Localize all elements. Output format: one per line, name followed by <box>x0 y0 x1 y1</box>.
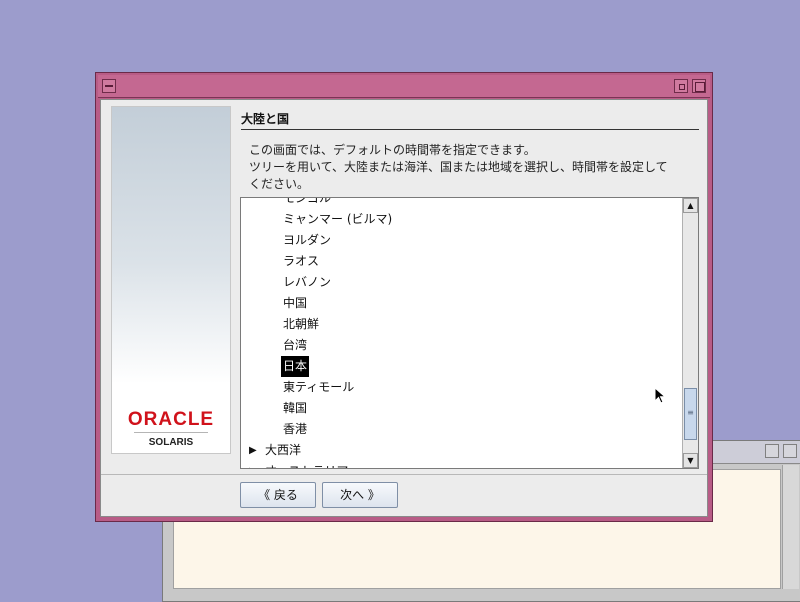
back-button[interactable]: 《 戻る <box>240 482 316 508</box>
section-title: 大陸と国 <box>241 110 699 130</box>
description-text: この画面では、デフォルトの時間帯を指定できます。 ツリーを用いて、大陸または海洋… <box>249 142 699 193</box>
scroll-down-arrow-icon[interactable]: ▼ <box>683 453 698 468</box>
tree-node-label: オーストラリア <box>265 461 348 468</box>
tree-node-region[interactable]: ▶ オーストラリア <box>241 461 682 468</box>
tree-node-country[interactable]: 日本 <box>241 356 682 377</box>
tree-node-country[interactable]: モンゴル <box>241 197 682 209</box>
branding-panel: ORACLE SOLARIS <box>111 106 231 454</box>
window-menu-button[interactable] <box>102 79 116 93</box>
maximize-button[interactable] <box>692 79 706 93</box>
tree-node-label: 香港 <box>283 422 308 436</box>
installer-dialog: ORACLE SOLARIS 大陸と国 この画面では、デフォルトの時間帯を指定で… <box>95 72 713 522</box>
tree-node-label: 東ティモール <box>283 380 355 394</box>
tree-node-label: 大西洋 <box>265 443 302 457</box>
minimize-button[interactable] <box>674 79 688 93</box>
tree-node-country[interactable]: ミャンマー (ビルマ) <box>241 209 682 230</box>
logo-divider <box>134 432 208 433</box>
tree-node-country[interactable]: 台湾 <box>241 335 682 356</box>
minimize-button[interactable] <box>765 444 779 458</box>
tree-scrollbar[interactable]: ▲ ≡ ▼ <box>682 198 698 468</box>
tree-node-region[interactable]: ▶ 大西洋 <box>241 440 682 461</box>
tree-node-label: 北朝鮮 <box>283 317 320 331</box>
tree-node-label: 中国 <box>283 296 308 310</box>
dialog-titlebar[interactable] <box>98 75 710 98</box>
tree-node-country[interactable]: 東ティモール <box>241 377 682 398</box>
oracle-logo: ORACLE <box>127 409 215 430</box>
tree-node-country[interactable]: 香港 <box>241 419 682 440</box>
solaris-logo-text: SOLARIS <box>148 437 194 448</box>
tree-node-label: ラオス <box>283 254 320 268</box>
description-line: この画面では、デフォルトの時間帯を指定できます。 <box>249 143 536 157</box>
description-line: ください。 <box>249 177 310 191</box>
tree-node-label: ミャンマー (ビルマ) <box>283 212 393 226</box>
tree-node-country[interactable]: 中国 <box>241 293 682 314</box>
terminal-scrollbar[interactable] <box>782 465 799 589</box>
dialog-body: ORACLE SOLARIS 大陸と国 この画面では、デフォルトの時間帯を指定で… <box>100 99 708 517</box>
tree-node-country[interactable]: 北朝鮮 <box>241 314 682 335</box>
timezone-tree[interactable]: モンゴルミャンマー (ビルマ) ヨルダンラオスレバノン中国北朝鮮台湾日本東ティモー… <box>240 197 699 469</box>
tree-node-label: 台湾 <box>283 338 308 352</box>
tree-node-label: モンゴル <box>283 197 332 205</box>
tree-node-country[interactable]: 韓国 <box>241 398 682 419</box>
tree-node-country[interactable]: レバノン <box>241 272 682 293</box>
tree-node-label: 韓国 <box>283 401 308 415</box>
tree-node-country[interactable]: ヨルダン <box>241 230 682 251</box>
expand-triangle-icon[interactable]: ▶ <box>249 440 257 461</box>
button-bar-divider <box>101 474 707 475</box>
next-button[interactable]: 次へ 》 <box>322 482 398 508</box>
tree-list: モンゴルミャンマー (ビルマ) ヨルダンラオスレバノン中国北朝鮮台湾日本東ティモー… <box>241 197 682 468</box>
tree-node-label: ヨルダン <box>283 233 332 247</box>
mouse-cursor-icon <box>654 387 667 404</box>
scroll-up-arrow-icon[interactable]: ▲ <box>683 198 698 213</box>
tree-node-label: レバノン <box>283 275 332 289</box>
tree-node-label: 日本 <box>281 356 310 377</box>
scroll-thumb[interactable]: ≡ <box>684 388 697 440</box>
expand-triangle-icon[interactable]: ▶ <box>249 461 257 468</box>
maximize-button[interactable] <box>783 444 797 458</box>
description-line: ツリーを用いて、大陸または海洋、国または地域を選択し、時間帯を設定して <box>249 160 668 174</box>
tree-node-country[interactable]: ラオス <box>241 251 682 272</box>
